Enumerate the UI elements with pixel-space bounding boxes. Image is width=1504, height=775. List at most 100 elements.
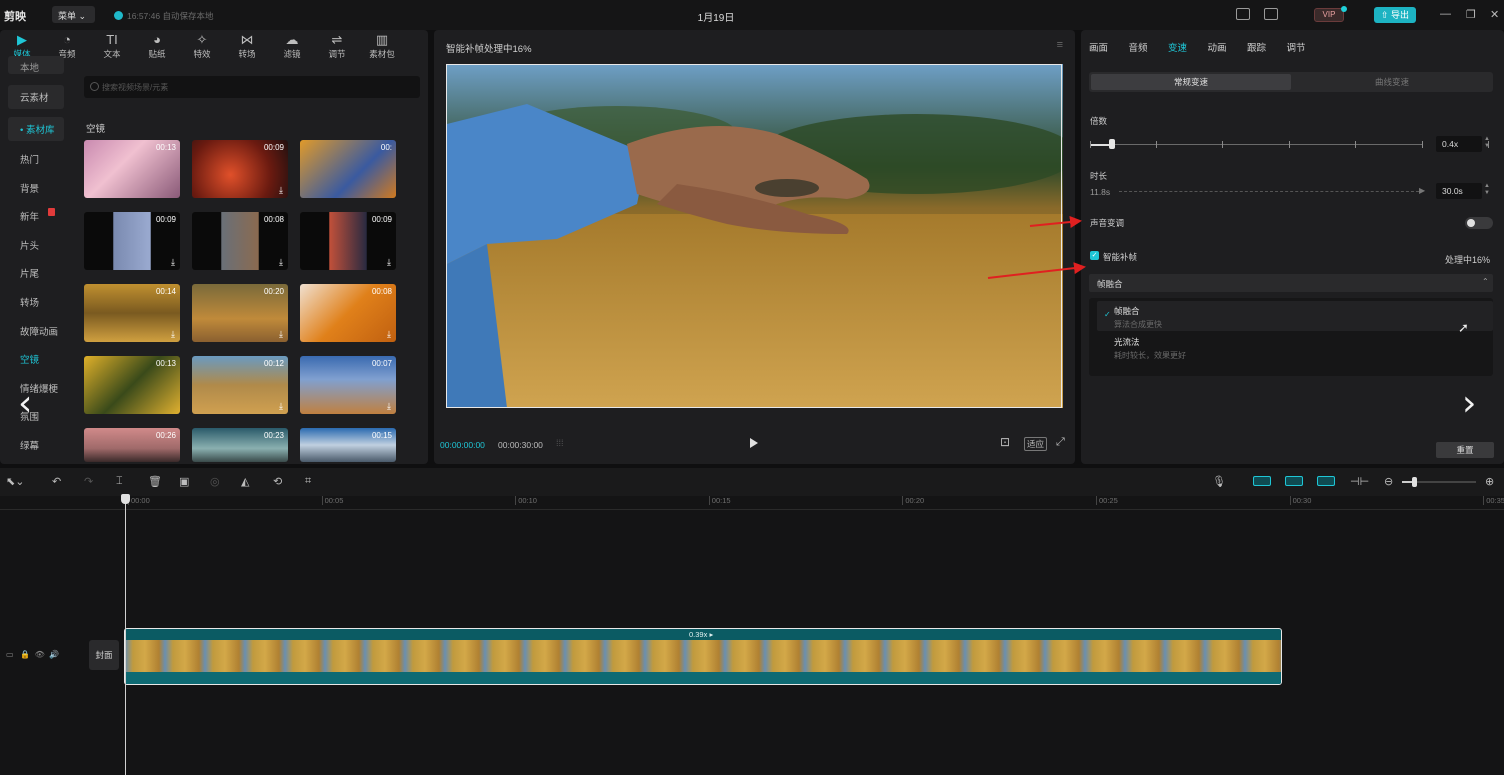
play-icon[interactable]	[750, 438, 758, 448]
multiplier-stepper-icon[interactable]: ▲ ▼	[1482, 136, 1492, 152]
normal-speed-tab[interactable]: 常规变速	[1091, 74, 1291, 90]
track-video-icon[interactable]: ▭	[6, 650, 14, 659]
linkage-icon[interactable]	[1317, 476, 1335, 486]
download-icon[interactable]: ⤓	[279, 257, 283, 268]
redo-icon[interactable]: ↷	[84, 475, 93, 488]
multiplier-input[interactable]: 0.4x	[1436, 136, 1482, 152]
library-thumbnail[interactable]: 00:26	[84, 428, 180, 462]
toolbar-text-button[interactable]: TI 文本	[90, 30, 134, 62]
curve-speed-tab[interactable]: 曲线变速	[1293, 74, 1491, 90]
category-local[interactable]: 本地	[8, 56, 64, 74]
next-arrow-icon[interactable]: ›	[1462, 383, 1476, 424]
vip-badge[interactable]: VIP	[1314, 8, 1344, 22]
crop-icon[interactable]: ⌗	[305, 475, 311, 488]
microphone-icon[interactable]: 🎙	[1212, 475, 1226, 488]
download-icon[interactable]: ⤓	[279, 185, 283, 196]
record-icon[interactable]: ◎	[210, 475, 220, 488]
lock-icon[interactable]: 🔒	[20, 650, 30, 659]
frame-method-select[interactable]: 帧融合	[1089, 274, 1493, 292]
library-thumbnail[interactable]: 00:	[300, 140, 396, 198]
undo-icon[interactable]: ↶	[52, 475, 61, 488]
toolbar-adjust-button[interactable]: ⇌ 调节	[315, 30, 359, 62]
zoom-slider-thumb[interactable]	[1412, 477, 1417, 487]
expand-icon[interactable]: ⤢	[1056, 436, 1065, 449]
duration-stepper-icon[interactable]: ▲ ▼	[1482, 183, 1492, 199]
main-track-magnet-icon[interactable]	[1253, 476, 1271, 486]
category-item[interactable]: 绿幕	[8, 438, 64, 452]
library-thumbnail[interactable]: 00:09 ⤓	[84, 212, 180, 270]
category-item[interactable]: 转场	[8, 295, 64, 309]
minimize-icon[interactable]: —	[1440, 8, 1451, 20]
layout-icon[interactable]	[1264, 8, 1278, 20]
category-item[interactable]: 片头	[8, 238, 64, 252]
download-icon[interactable]: ⤓	[387, 329, 391, 340]
toolbar-transition-button[interactable]: ⋈ 转场	[225, 30, 269, 62]
category-item[interactable]: 氛围	[8, 409, 64, 423]
library-thumbnail[interactable]: 00:07 ⤓	[300, 356, 396, 414]
toolbar-sticker-button[interactable]: ◕ 贴纸	[135, 30, 179, 62]
option-optical-flow[interactable]: 光流法 耗时较长，效果更好	[1097, 332, 1493, 362]
chevron-up-icon[interactable]: ⌃	[1482, 277, 1489, 286]
category-cloud[interactable]: 云素材	[8, 85, 64, 109]
library-thumbnail[interactable]: 00:08 ⤓	[192, 212, 288, 270]
download-icon[interactable]: ⤓	[171, 257, 175, 268]
property-tab[interactable]: 动画	[1208, 40, 1227, 54]
split-icon[interactable]: ⌶	[116, 475, 123, 488]
library-thumbnail[interactable]: 00:23	[192, 428, 288, 462]
library-thumbnail[interactable]: 00:08 ⤓	[300, 284, 396, 342]
cover-button[interactable]: 封面	[89, 640, 119, 670]
library-thumbnail[interactable]: 00:20 ⤓	[192, 284, 288, 342]
auto-snap-icon[interactable]	[1285, 476, 1303, 486]
multiplier-slider[interactable]	[1090, 144, 1422, 145]
waveform-icon[interactable]: ⁞⁞⁞	[556, 438, 564, 448]
rotate-icon[interactable]: ⟲	[273, 475, 282, 488]
export-button[interactable]: ⇧ 导出	[1374, 7, 1416, 23]
freeze-icon[interactable]: ▣	[179, 475, 189, 488]
category-item[interactable]: 片尾	[8, 266, 64, 280]
option-frame-blend[interactable]: ✓ 帧融合 算法合成更快	[1097, 301, 1493, 331]
property-tab[interactable]: 变速	[1168, 40, 1187, 54]
library-thumbnail[interactable]: 00:13	[84, 140, 180, 198]
category-item[interactable]: 热门	[8, 152, 64, 166]
category-item[interactable]: 故障动画	[8, 324, 64, 338]
toolbar-effects-button[interactable]: ✧ 特效	[180, 30, 224, 62]
library-thumbnail[interactable]: 00:14 ⤓	[84, 284, 180, 342]
property-tab[interactable]: 调节	[1287, 40, 1306, 54]
library-thumbnail[interactable]: 00:09 ⤓	[192, 140, 288, 198]
category-item[interactable]: 背景	[8, 181, 64, 195]
toolbar-filter-button[interactable]: ☁ 滤镜	[270, 30, 314, 62]
time-ruler[interactable]	[0, 496, 1504, 510]
select-tool-icon[interactable]: ⬉⌄	[6, 475, 24, 488]
keyboard-icon[interactable]	[1236, 8, 1250, 20]
preview-video[interactable]	[447, 64, 1063, 408]
property-tab[interactable]: 画面	[1089, 40, 1108, 54]
playhead[interactable]	[125, 496, 126, 775]
zoom-out-icon[interactable]: ⊖	[1384, 475, 1393, 488]
download-icon[interactable]: ⤓	[279, 401, 283, 412]
toolbar-pack-button[interactable]: ▥ 素材包	[360, 30, 404, 62]
zoom-in-icon[interactable]: ⊕	[1485, 475, 1494, 488]
category-library[interactable]: • 素材库	[8, 117, 64, 141]
maximize-icon[interactable]: ❐	[1466, 8, 1476, 21]
search-input[interactable]: 搜索视频场景/元素	[84, 76, 420, 98]
prev-arrow-icon[interactable]: ‹	[18, 383, 32, 424]
duration-input[interactable]: 30.0s	[1436, 183, 1482, 199]
download-icon[interactable]: ⤓	[171, 329, 175, 340]
volume-icon[interactable]: 🔊	[49, 650, 59, 659]
category-item[interactable]: 空镜	[8, 352, 64, 366]
menu-icon[interactable]: ≡	[1057, 39, 1063, 51]
eye-icon[interactable]: 👁	[35, 650, 45, 659]
download-icon[interactable]: ⤓	[387, 401, 391, 412]
reset-button[interactable]: 重置	[1436, 442, 1494, 458]
library-thumbnail[interactable]: 00:12 ⤓	[192, 356, 288, 414]
library-thumbnail[interactable]: 00:13	[84, 356, 180, 414]
preview-axis-icon[interactable]: ⊣⊢	[1350, 475, 1369, 488]
category-item[interactable]: 情绪爆梗	[8, 381, 64, 395]
mirror-icon[interactable]: ◭	[241, 475, 249, 488]
pitch-toggle[interactable]	[1465, 217, 1493, 229]
property-tab[interactable]: 跟踪	[1247, 40, 1266, 54]
smart-frame-checkbox[interactable]: ✓	[1090, 251, 1099, 260]
delete-icon[interactable]: 🗑	[148, 475, 162, 488]
library-thumbnail[interactable]: 00:15	[300, 428, 396, 462]
close-icon[interactable]: ✕	[1490, 8, 1499, 21]
